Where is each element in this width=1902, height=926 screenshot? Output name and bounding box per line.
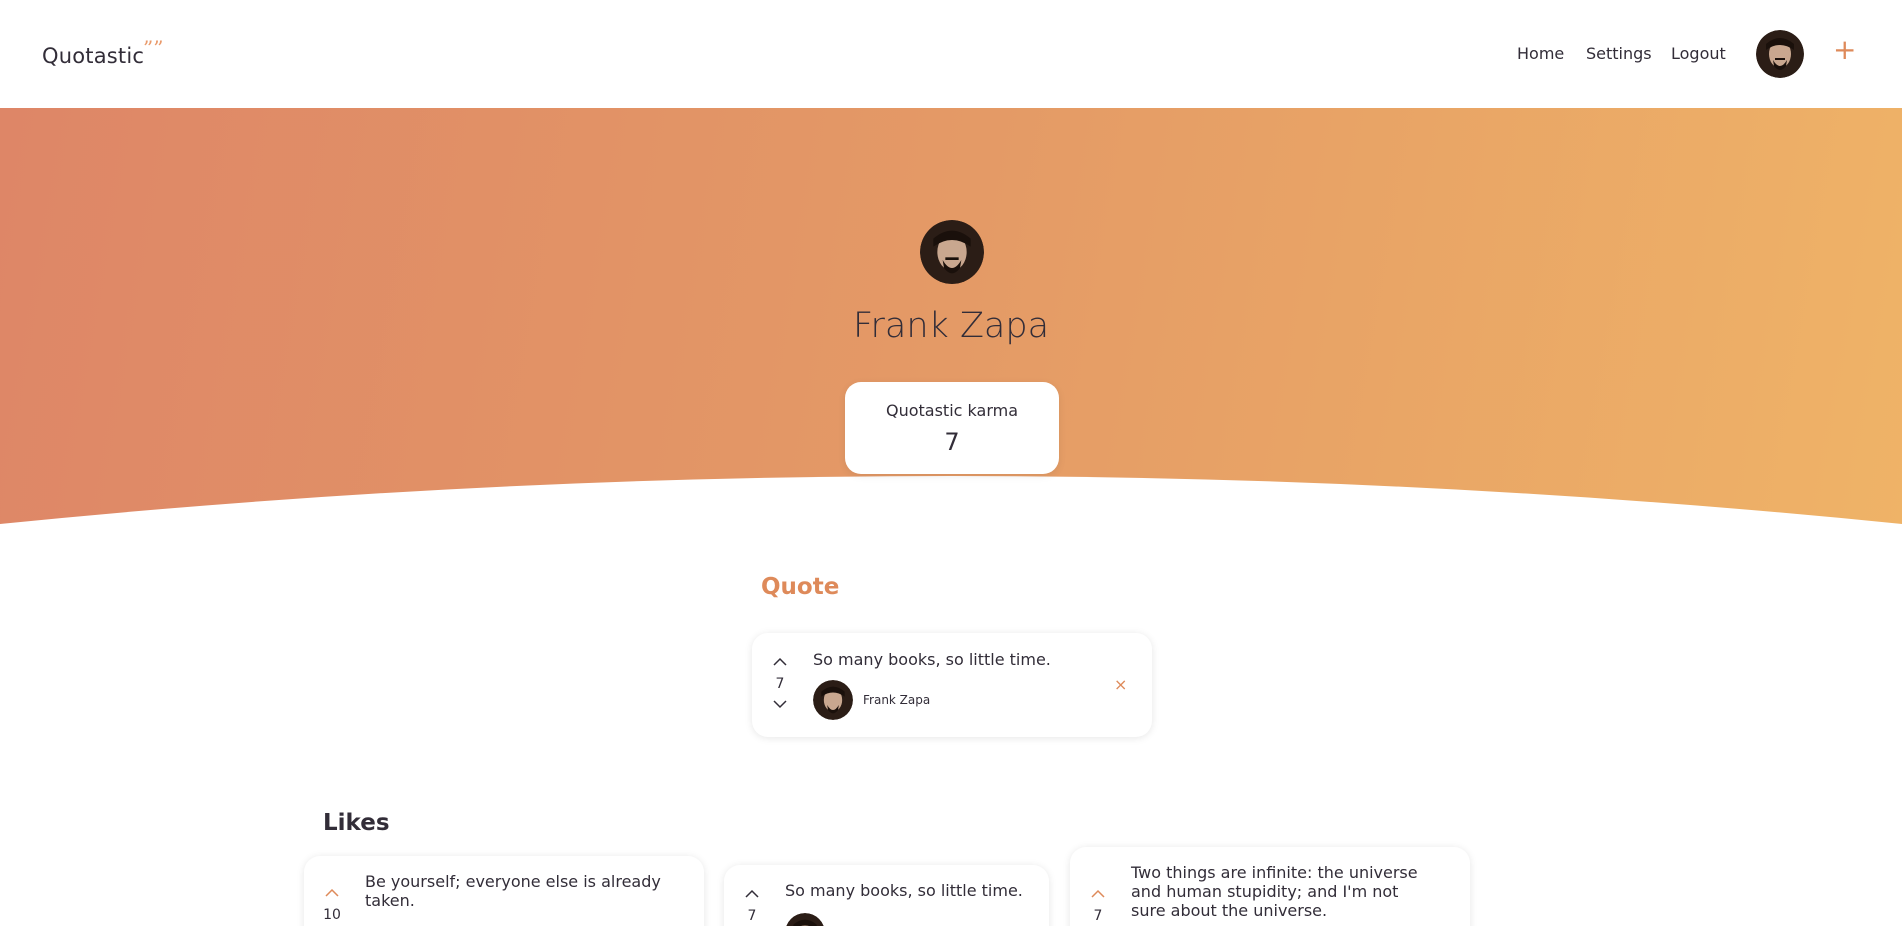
- author-name: Frank Zapa: [863, 693, 931, 707]
- karma-label: Quotastic karma: [885, 401, 1018, 420]
- karma-card: Quotastic karma 7: [845, 382, 1059, 474]
- chevron-up-icon[interactable]: [1088, 887, 1108, 901]
- profile-avatar: [920, 220, 984, 284]
- vote-count: 10: [323, 907, 341, 923]
- author-avatar: [785, 913, 825, 926]
- brand-logo[interactable]: Quotastic: [42, 44, 144, 68]
- nav-settings-link[interactable]: Settings: [1586, 44, 1652, 63]
- likes-section-title: Likes: [323, 810, 390, 836]
- vote-control: 7: [742, 887, 762, 926]
- vote-control: 7: [1088, 887, 1108, 926]
- quote-text: So many books, so little time.: [785, 881, 1023, 900]
- chevron-down-icon[interactable]: [770, 697, 790, 711]
- karma-value: 7: [944, 428, 960, 456]
- brand-quote-mark-icon: ””: [143, 36, 164, 60]
- chevron-up-icon[interactable]: [770, 655, 790, 669]
- liked-quote-card: 7 So many books, so little time.: [724, 865, 1049, 926]
- vote-control: 10: [322, 886, 342, 926]
- top-navbar: Quotastic ”” Home Settings Logout +: [0, 0, 1902, 108]
- vote-count: 7: [747, 908, 757, 924]
- chevron-up-icon[interactable]: [322, 886, 342, 900]
- delete-quote-button[interactable]: ×: [1114, 677, 1127, 693]
- nav-logout-link[interactable]: Logout: [1671, 44, 1726, 63]
- chevron-up-icon[interactable]: [742, 887, 762, 901]
- quote-author[interactable]: Frank Zapa: [813, 680, 930, 720]
- quote-card: 7 So many books, so little time. Frank Z…: [752, 633, 1152, 737]
- profile-name: Frank Zapa: [852, 306, 1050, 346]
- quote-author[interactable]: [785, 913, 825, 926]
- nav-user-avatar[interactable]: [1756, 30, 1804, 78]
- nav-home-link[interactable]: Home: [1517, 44, 1564, 63]
- add-quote-button[interactable]: +: [1833, 36, 1856, 64]
- liked-quote-card: 10 Be yourself; everyone else is already…: [304, 856, 704, 926]
- quote-text: Be yourself; everyone else is already ta…: [365, 872, 661, 910]
- author-avatar: [813, 680, 853, 720]
- quote-text: Two things are infinite: the universe an…: [1131, 863, 1418, 920]
- quote-section-title: Quote: [761, 574, 840, 600]
- vote-count: 7: [1093, 908, 1103, 924]
- liked-quote-card: 7 Two things are infinite: the universe …: [1070, 847, 1470, 926]
- vote-control: 7: [770, 655, 790, 711]
- quote-text: So many books, so little time.: [813, 650, 1051, 669]
- vote-count: 7: [775, 676, 785, 692]
